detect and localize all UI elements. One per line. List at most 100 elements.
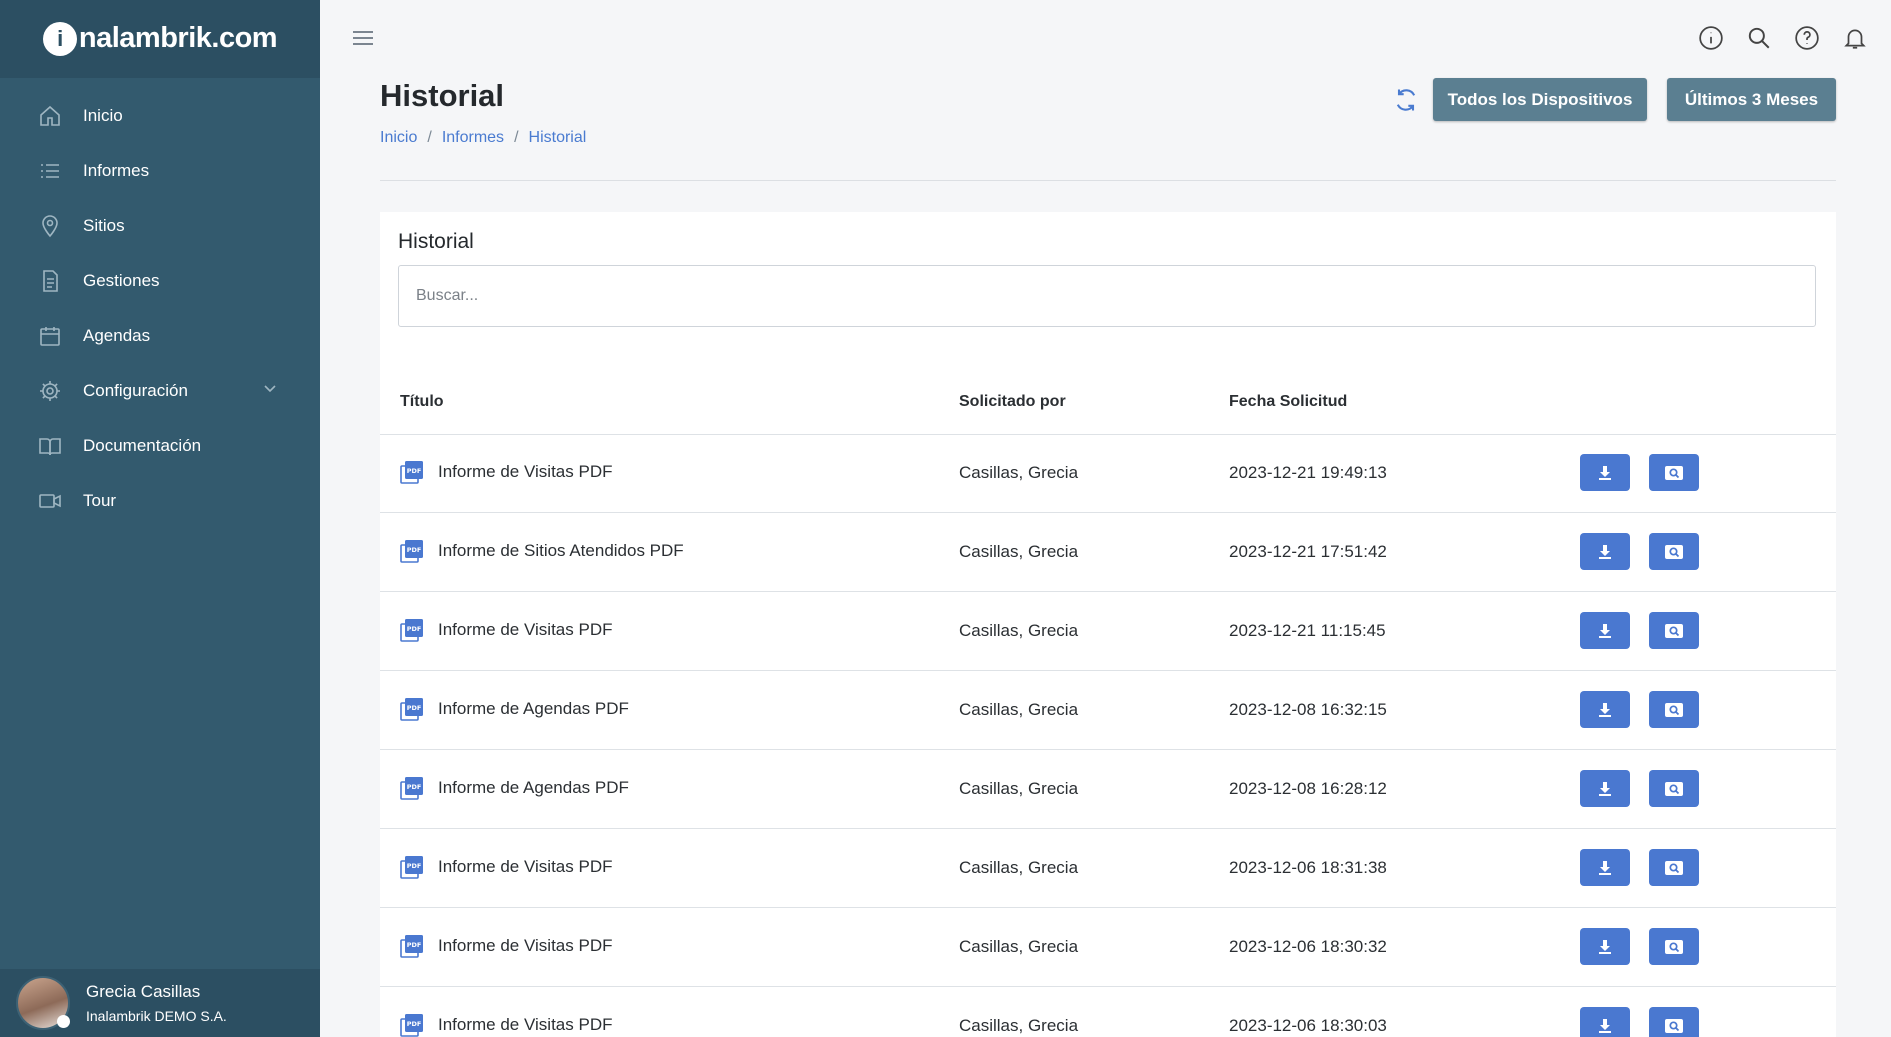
sidebar-item-label: Tour [83, 490, 117, 510]
column-header-title[interactable]: Título [400, 393, 444, 411]
download-button[interactable] [1580, 1007, 1630, 1037]
row-requested-by: Casillas, Grecia [959, 1016, 1079, 1035]
pdf-file-icon: PDF [400, 460, 424, 484]
row-request-date: 2023-12-06 18:30:32 [1229, 937, 1387, 956]
document-icon [37, 268, 63, 294]
period-button[interactable]: Últimos 3 Meses [1667, 78, 1836, 121]
column-header-request-date[interactable]: Fecha Solicitud [1229, 393, 1347, 411]
row-title-cell: PDF Informe de Agendas PDF [400, 697, 629, 721]
preview-button[interactable] [1649, 612, 1699, 649]
row-request-date: 2023-12-21 19:49:13 [1229, 463, 1387, 482]
logo-text: nalambrik.com [78, 21, 278, 54]
preview-button[interactable] [1649, 691, 1699, 728]
row-title-cell: PDF Informe de Visitas PDF [400, 1013, 612, 1037]
row-title: Informe de Visitas PDF [438, 1015, 613, 1034]
svg-text:PDF: PDF [407, 546, 422, 554]
svg-text:PDF: PDF [407, 704, 422, 712]
preview-button[interactable] [1649, 849, 1699, 886]
sidebar-nav: Inicio Informes Sitios Gestiones Agendas [0, 78, 320, 528]
svg-text:PDF: PDF [407, 941, 422, 949]
brand-logo[interactable]: i nalambrik.com [0, 0, 320, 78]
sidebar-item-sitios[interactable]: Sitios [0, 198, 320, 253]
row-title-cell: PDF Informe de Visitas PDF [400, 934, 612, 958]
sidebar-item-label: Informes [83, 160, 150, 180]
preview-button[interactable] [1649, 770, 1699, 807]
preview-icon [1665, 702, 1683, 717]
download-button[interactable] [1580, 928, 1630, 965]
table-row: PDF Informe de Visitas PDF Casillas, Gre… [380, 592, 1836, 671]
sidebar-item-gestiones[interactable]: Gestiones [0, 253, 320, 308]
download-icon [1599, 939, 1611, 954]
sidebar-item-informes[interactable]: Informes [0, 143, 320, 198]
download-button[interactable] [1580, 533, 1630, 570]
preview-button[interactable] [1649, 454, 1699, 491]
download-button[interactable] [1580, 770, 1630, 807]
breadcrumb: Inicio / Informes / Historial [380, 129, 586, 147]
preview-icon [1665, 465, 1683, 480]
gear-icon [37, 378, 63, 404]
download-icon [1599, 702, 1611, 717]
sidebar-item-documentacion[interactable]: Documentación [0, 418, 320, 473]
download-icon [1599, 781, 1611, 796]
info-icon[interactable] [1697, 24, 1725, 52]
card-title: Historial [398, 230, 474, 253]
row-request-date: 2023-12-21 11:15:45 [1229, 621, 1386, 640]
download-button[interactable] [1580, 454, 1630, 491]
search-input[interactable] [398, 265, 1816, 327]
row-title: Informe de Visitas PDF [438, 462, 613, 481]
download-button[interactable] [1580, 612, 1630, 649]
svg-text:PDF: PDF [407, 862, 422, 870]
table-row: PDF Informe de Visitas PDF Casillas, Gre… [380, 987, 1836, 1037]
breadcrumb-historial[interactable]: Historial [529, 129, 587, 147]
refresh-icon[interactable] [1392, 86, 1420, 114]
sidebar-item-label: Configuración [83, 380, 188, 400]
sidebar-item-label: Agendas [83, 325, 151, 345]
svg-text:PDF: PDF [407, 783, 422, 791]
history-card: Historial Título Solicitado por Fecha So… [380, 212, 1836, 1037]
help-icon[interactable] [1793, 24, 1821, 52]
all-devices-button[interactable]: Todos los Dispositivos [1433, 78, 1647, 121]
row-title-cell: PDF Informe de Visitas PDF [400, 618, 612, 642]
table-row: PDF Informe de Visitas PDF Casillas, Gre… [380, 908, 1836, 987]
row-request-date: 2023-12-06 18:31:38 [1229, 858, 1387, 877]
breadcrumb-inicio[interactable]: Inicio [380, 129, 417, 147]
bell-icon[interactable] [1841, 24, 1869, 52]
video-icon [37, 488, 63, 514]
sidebar-item-inicio[interactable]: Inicio [0, 88, 320, 143]
breadcrumb-separator: / [514, 129, 519, 146]
top-toolbar [1697, 24, 1869, 52]
sidebar-item-label: Gestiones [83, 270, 160, 290]
download-button[interactable] [1580, 849, 1630, 886]
svg-text:PDF: PDF [407, 625, 422, 633]
pdf-file-icon: PDF [400, 618, 424, 642]
sidebar-item-tour[interactable]: Tour [0, 473, 320, 528]
pdf-file-icon: PDF [400, 1013, 424, 1037]
page-title: Historial [380, 78, 505, 113]
sidebar-item-label: Sitios [83, 215, 125, 235]
download-icon [1599, 544, 1611, 559]
preview-button[interactable] [1649, 928, 1699, 965]
sidebar-item-label: Documentación [83, 435, 202, 455]
user-profile[interactable]: Grecia Casillas Inalambrik DEMO S.A. [0, 969, 320, 1037]
preview-button[interactable] [1649, 1007, 1699, 1037]
download-icon [1599, 1018, 1611, 1033]
menu-toggle-icon[interactable] [350, 26, 376, 50]
sidebar-item-configuracion[interactable]: Configuración [0, 363, 320, 418]
download-icon [1599, 860, 1611, 875]
download-button[interactable] [1580, 691, 1630, 728]
column-header-requested-by[interactable]: Solicitado por [959, 393, 1066, 411]
logo-mark: i [42, 22, 77, 57]
chevron-down-icon[interactable] [262, 380, 278, 401]
avatar [16, 976, 70, 1030]
breadcrumb-informes[interactable]: Informes [442, 129, 504, 147]
row-requested-by: Casillas, Grecia [959, 700, 1079, 719]
sidebar-item-agendas[interactable]: Agendas [0, 308, 320, 363]
row-title-cell: PDF Informe de Visitas PDF [400, 460, 612, 484]
row-request-date: 2023-12-08 16:32:15 [1229, 700, 1387, 719]
row-title: Informe de Agendas PDF [438, 699, 629, 718]
status-dot [57, 1015, 70, 1028]
search-icon[interactable] [1745, 24, 1773, 52]
pdf-file-icon: PDF [400, 776, 424, 800]
preview-button[interactable] [1649, 533, 1699, 570]
pdf-file-icon: PDF [400, 539, 424, 563]
